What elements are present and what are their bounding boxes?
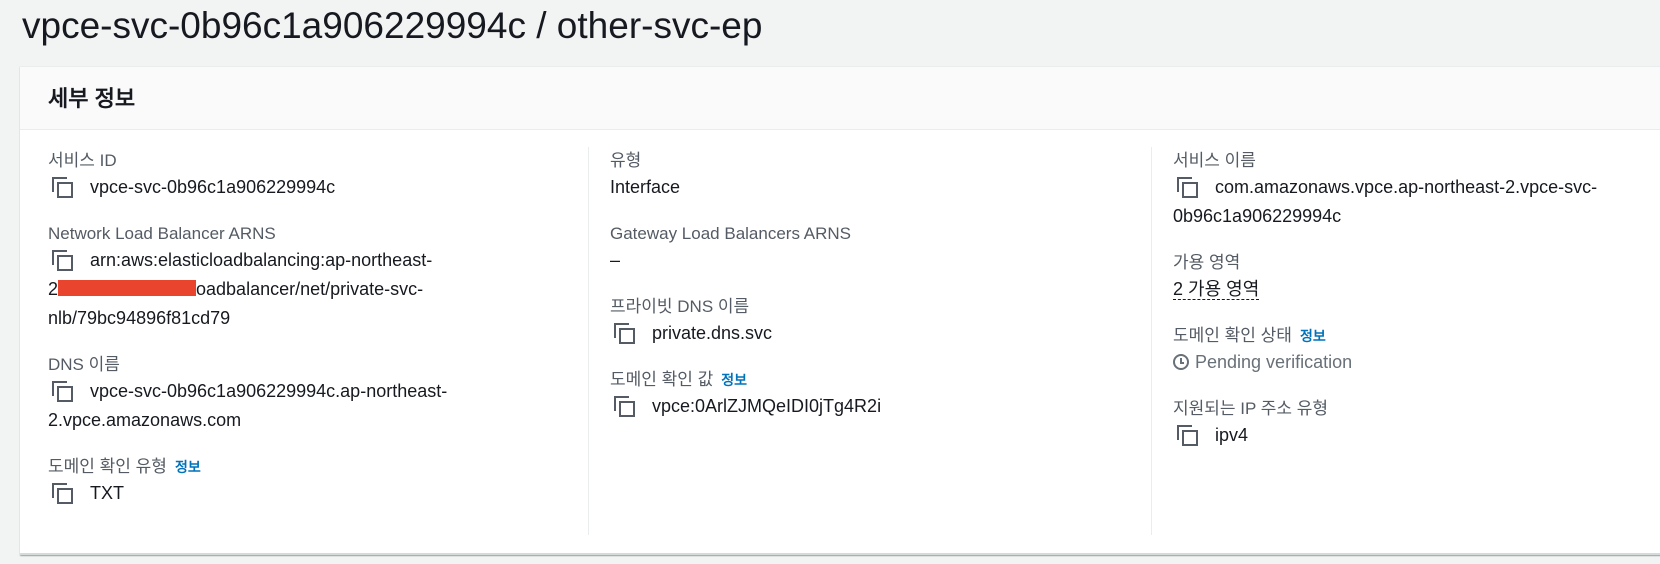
nlb-arn-line-2-prefix: 2 [48, 279, 59, 299]
field-label: 서비스 ID [48, 151, 117, 170]
copy-value-row: private.dns.svc [610, 319, 1110, 348]
column-divider [588, 147, 589, 535]
dns-name-line-2: 2.vpce.amazonaws.com [48, 410, 242, 430]
field-domain-verification-value: 도메인 확인 값 정보 vpce:0ArlZJMQeIDI0jTg4R2i [610, 368, 1110, 421]
field-label: Network Load Balancer ARNS [48, 224, 276, 243]
service-name-line-1: com.amazonaws.vpce.ap-northeast-2.vpce-s… [1215, 177, 1598, 197]
field-label: 서비스 이름 [1173, 151, 1256, 170]
copy-icon[interactable] [52, 177, 74, 199]
field-label-text: 도메인 확인 값 [610, 370, 714, 389]
copy-value-row: TXT [48, 479, 548, 508]
column-divider [1151, 147, 1152, 535]
supported-ip-type-value: ipv4 [1215, 425, 1249, 445]
details-column-3: 서비스 이름 com.amazonaws.vpce.ap-northeast-2… [1173, 149, 1660, 470]
field-type: 유형 Interface [610, 149, 1110, 202]
field-service-id: 서비스 ID vpce-svc-0b96c1a906229994c [48, 149, 548, 202]
status-text: Pending verification [1195, 352, 1353, 372]
gwlb-arns-value: – [610, 250, 621, 270]
info-link[interactable]: 정보 [721, 372, 747, 388]
field-label: 도메인 확인 상태 정보 [1173, 324, 1660, 348]
service-id-value: vpce-svc-0b96c1a906229994c [90, 177, 336, 197]
copy-value-row: com.amazonaws.vpce.ap-northeast-2.vpce-s… [1173, 173, 1660, 231]
availability-zones-row: 2 가용 영역 [1173, 275, 1660, 304]
field-label-text: 도메인 확인 상태 [1173, 326, 1292, 345]
details-panel: 세부 정보 서비스 ID vpce-svc-0b96c1a906229994c … [20, 66, 1660, 555]
field-label: 프라이빗 DNS 이름 [610, 297, 750, 316]
field-label: 도메인 확인 값 정보 [610, 368, 1110, 392]
field-label: 유형 [610, 151, 642, 170]
field-supported-ip-type: 지원되는 IP 주소 유형 ipv4 [1173, 397, 1660, 450]
nlb-arn-line-1: arn:aws:elasticloadbalancing:ap-northeas… [90, 250, 433, 270]
field-label: 가용 영역 [1173, 253, 1241, 272]
field-domain-verification-type: 도메인 확인 유형 정보 TXT [48, 455, 548, 508]
copy-icon[interactable] [52, 250, 74, 272]
copy-value-row: vpce-svc-0b96c1a906229994c [48, 173, 548, 202]
field-label: 지원되는 IP 주소 유형 [1173, 399, 1329, 418]
copy-icon[interactable] [52, 381, 74, 403]
field-label: Gateway Load Balancers ARNS [610, 224, 851, 243]
field-service-name: 서비스 이름 com.amazonaws.vpce.ap-northeast-2… [1173, 149, 1660, 231]
details-column-1: 서비스 ID vpce-svc-0b96c1a906229994c Networ… [48, 149, 548, 528]
field-label: DNS 이름 [48, 355, 120, 374]
copy-value-row: arn:aws:elasticloadbalancing:ap-northeas… [48, 246, 548, 333]
info-link[interactable]: 정보 [175, 459, 201, 475]
redaction-block [58, 280, 197, 296]
field-gwlb-arns: Gateway Load Balancers ARNS – [610, 222, 1110, 275]
service-name-line-2: 0b96c1a906229994c [1173, 206, 1342, 226]
copy-value-row: vpce-svc-0b96c1a906229994c.ap-northeast-… [48, 377, 548, 435]
panel-header: 세부 정보 [20, 67, 1660, 130]
nlb-arn-line-3: nlb/79bc94896f81cd79 [48, 308, 231, 328]
field-label: 도메인 확인 유형 정보 [48, 455, 548, 479]
domain-verification-value: vpce:0ArlZJMQeIDI0jTg4R2i [652, 396, 882, 416]
field-availability-zones: 가용 영역 2 가용 영역 [1173, 251, 1660, 304]
field-domain-verification-status: 도메인 확인 상태 정보 Pending verification [1173, 324, 1660, 377]
copy-value-row: ipv4 [1173, 421, 1660, 450]
field-dns-name: DNS 이름 vpce-svc-0b96c1a906229994c.ap-nor… [48, 353, 548, 435]
copy-value-row: vpce:0ArlZJMQeIDI0jTg4R2i [610, 392, 1110, 421]
availability-zones-popover[interactable]: 2 가용 영역 [1173, 279, 1260, 300]
status-indicator: Pending verification [1173, 348, 1660, 377]
clock-icon [1173, 354, 1189, 370]
field-nlb-arns: Network Load Balancer ARNS arn:aws:elast… [48, 222, 548, 333]
copy-icon[interactable] [52, 483, 74, 505]
panel-title: 세부 정보 [48, 86, 136, 111]
copy-icon[interactable] [614, 323, 636, 345]
domain-verification-type-value: TXT [90, 483, 124, 503]
field-label-text: 도메인 확인 유형 [48, 457, 167, 476]
type-value: Interface [610, 177, 681, 197]
copy-icon[interactable] [1177, 425, 1199, 447]
details-column-2: 유형 Interface Gateway Load Balancers ARNS… [610, 149, 1110, 441]
copy-icon[interactable] [1177, 177, 1199, 199]
dns-name-line-1: vpce-svc-0b96c1a906229994c.ap-northeast- [90, 381, 448, 401]
nlb-arn-line-2-suffix: oadbalancer/net/private-svc- [196, 279, 424, 299]
info-link[interactable]: 정보 [1300, 328, 1326, 344]
copy-icon[interactable] [614, 396, 636, 418]
page-title: vpce-svc-0b96c1a906229994c / other-svc-e… [22, 5, 763, 46]
field-private-dns-name: 프라이빗 DNS 이름 private.dns.svc [610, 295, 1110, 348]
private-dns-name-value: private.dns.svc [652, 323, 773, 343]
